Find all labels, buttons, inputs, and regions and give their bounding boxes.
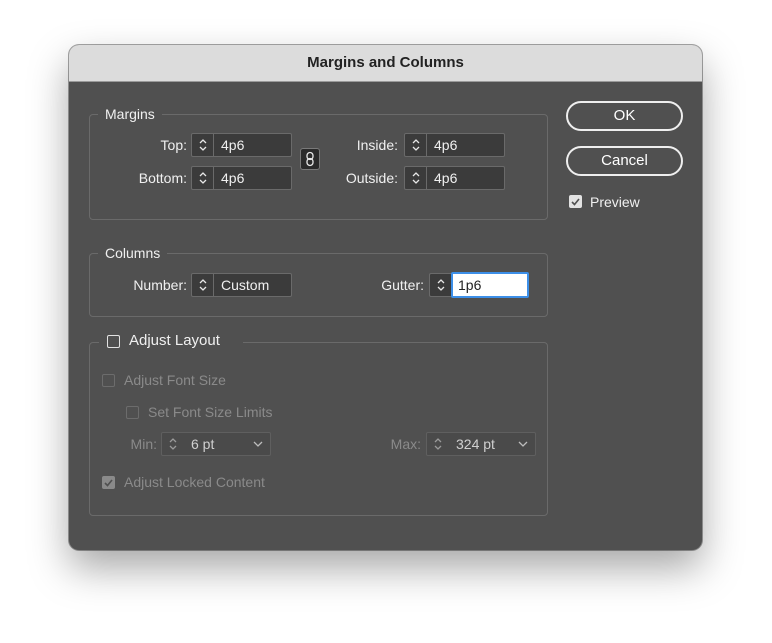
- ok-button[interactable]: OK: [566, 101, 683, 131]
- adjust-layout-label: Adjust Layout: [129, 332, 220, 349]
- checkmark-icon: [104, 478, 113, 487]
- adjust-layout-checkbox[interactable]: [107, 335, 120, 348]
- adjust-locked-content-label: Adjust Locked Content: [124, 474, 265, 490]
- top-value: 4p6: [221, 137, 245, 153]
- adjust-font-size-label: Adjust Font Size: [124, 372, 226, 388]
- stepper-icon[interactable]: [192, 274, 214, 296]
- set-font-size-limits-label: Set Font Size Limits: [148, 404, 273, 420]
- stepper-icon[interactable]: [162, 433, 184, 455]
- min-field[interactable]: 6 pt: [161, 432, 271, 456]
- chevron-down-icon[interactable]: [515, 441, 531, 447]
- preview-checkbox[interactable]: [569, 195, 582, 208]
- max-label: Max:: [390, 436, 421, 452]
- outside-value: 4p6: [434, 170, 458, 186]
- dialog-title: Margins and Columns: [69, 45, 702, 82]
- number-field[interactable]: Custom: [191, 273, 292, 297]
- top-label: Top:: [160, 137, 187, 153]
- stepper-icon[interactable]: [430, 274, 451, 296]
- outside-field[interactable]: 4p6: [404, 166, 505, 190]
- adjust-locked-content-checkbox[interactable]: [102, 476, 115, 489]
- stepper-icon[interactable]: [405, 134, 427, 156]
- min-value: 6 pt: [191, 436, 215, 452]
- stepper-icon[interactable]: [192, 134, 214, 156]
- gutter-value: 1p6: [458, 277, 482, 293]
- number-value: Custom: [221, 277, 270, 293]
- margins-group-title: Margins: [98, 105, 162, 123]
- stepper-icon[interactable]: [405, 167, 427, 189]
- set-font-size-limits-checkbox[interactable]: [126, 406, 139, 419]
- inside-label: Inside:: [356, 137, 398, 153]
- gutter-field[interactable]: 1p6: [451, 272, 529, 298]
- columns-group-title: Columns: [98, 244, 168, 262]
- adjust-font-size-checkbox[interactable]: [102, 374, 115, 387]
- cancel-button[interactable]: Cancel: [566, 146, 683, 176]
- checkmark-icon: [571, 197, 580, 206]
- outside-label: Outside:: [345, 170, 398, 186]
- bottom-label: Bottom:: [138, 170, 187, 186]
- bottom-field[interactable]: 4p6: [191, 166, 292, 190]
- chevron-down-icon[interactable]: [250, 441, 266, 447]
- gutter-stepper[interactable]: [429, 273, 451, 297]
- inside-value: 4p6: [434, 137, 458, 153]
- preview-label: Preview: [590, 194, 640, 210]
- gutter-label: Gutter:: [381, 277, 424, 293]
- min-label: Min:: [130, 436, 157, 452]
- bottom-value: 4p6: [221, 170, 245, 186]
- max-field[interactable]: 324 pt: [426, 432, 536, 456]
- stepper-icon[interactable]: [427, 433, 449, 455]
- number-label: Number:: [133, 277, 187, 293]
- inside-field[interactable]: 4p6: [404, 133, 505, 157]
- stepper-icon[interactable]: [192, 167, 214, 189]
- top-field[interactable]: 4p6: [191, 133, 292, 157]
- chain-link-icon[interactable]: [300, 148, 320, 170]
- margins-and-columns-dialog: Margins and Columns Margins Top: 4p6 Bot…: [69, 45, 702, 550]
- max-value: 324 pt: [456, 436, 495, 452]
